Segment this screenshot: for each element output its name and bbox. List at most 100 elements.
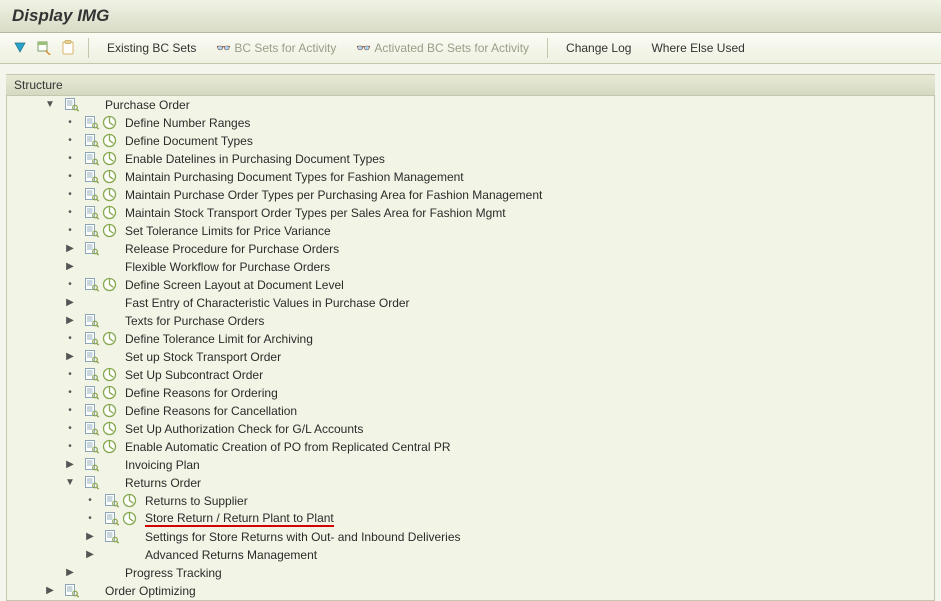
change-log-button[interactable]: Change Log [558, 38, 639, 58]
expand-icon[interactable]: ▶ [63, 459, 77, 470]
node-label[interactable]: Returns Order [125, 476, 201, 490]
tree-row[interactable]: • Define Reasons for Cancellation [7, 402, 934, 420]
tree-row[interactable]: • Define Tolerance Limit for Archiving [7, 330, 934, 348]
tree-row[interactable]: • Returns to Supplier [7, 492, 934, 510]
find-icon[interactable] [34, 38, 54, 58]
node-label[interactable]: Returns to Supplier [145, 494, 248, 508]
node-label[interactable]: Set Tolerance Limits for Price Variance [125, 224, 331, 238]
img-doc-icon[interactable] [103, 511, 119, 527]
node-label[interactable]: Set up Stock Transport Order [125, 350, 281, 364]
node-label[interactable]: Texts for Purchase Orders [125, 314, 264, 328]
img-doc-icon[interactable] [83, 439, 99, 455]
tree-row[interactable]: ▶ Order Optimizing [7, 582, 934, 600]
node-label[interactable]: Enable Datelines in Purchasing Document … [125, 152, 385, 166]
expand-icon[interactable]: ▶ [63, 567, 77, 578]
execute-activity-icon[interactable] [121, 511, 137, 527]
execute-activity-icon[interactable] [101, 385, 117, 401]
execute-activity-icon[interactable] [101, 421, 117, 437]
img-doc-icon[interactable] [83, 313, 99, 329]
expand-subtree-icon[interactable] [10, 38, 30, 58]
node-label[interactable]: Define Document Types [125, 134, 253, 148]
tree-row[interactable]: • Enable Automatic Creation of PO from R… [7, 438, 934, 456]
execute-activity-icon[interactable] [101, 115, 117, 131]
tree-row[interactable]: ▶ Fast Entry of Characteristic Values in … [7, 294, 934, 312]
tree-row[interactable]: ▶ Flexible Workflow for Purchase Orders [7, 258, 934, 276]
img-doc-icon[interactable] [63, 583, 79, 599]
execute-activity-icon[interactable] [101, 187, 117, 203]
tree-row[interactable]: • Define Document Types [7, 132, 934, 150]
node-label[interactable]: Maintain Purchase Order Types per Purcha… [125, 188, 542, 202]
tree-row[interactable]: • Define Screen Layout at Document Level [7, 276, 934, 294]
existing-bc-sets-button[interactable]: Existing BC Sets [99, 38, 204, 58]
img-doc-icon[interactable] [83, 187, 99, 203]
expand-icon[interactable]: ▶ [43, 585, 57, 596]
node-label[interactable]: Progress Tracking [125, 566, 222, 580]
img-doc-icon[interactable] [83, 277, 99, 293]
tree-row[interactable]: ▶ Settings for Store Returns with Out- a… [7, 528, 934, 546]
img-doc-icon[interactable] [83, 331, 99, 347]
expand-icon[interactable]: ▶ [83, 531, 97, 542]
execute-activity-icon[interactable] [101, 277, 117, 293]
img-doc-icon[interactable] [83, 241, 99, 257]
execute-activity-icon[interactable] [101, 205, 117, 221]
execute-activity-icon[interactable] [101, 151, 117, 167]
tree-row[interactable]: • Set Up Subcontract Order [7, 366, 934, 384]
node-label[interactable]: Define Reasons for Cancellation [125, 404, 297, 418]
execute-activity-icon[interactable] [101, 133, 117, 149]
tree-row[interactable]: • Maintain Purchasing Document Types for… [7, 168, 934, 186]
node-label[interactable]: Purchase Order [105, 98, 190, 112]
execute-activity-icon[interactable] [121, 493, 137, 509]
where-else-used-button[interactable]: Where Else Used [643, 38, 752, 58]
node-label[interactable]: Define Number Ranges [125, 116, 250, 130]
tree-row[interactable]: ▼ Purchase Order [7, 96, 934, 114]
tree-row[interactable]: ▶ Progress Tracking [7, 564, 934, 582]
collapse-icon[interactable]: ▼ [63, 477, 77, 488]
tree-row[interactable]: ▶Advanced Returns Management [7, 546, 934, 564]
tree-row[interactable]: ▼ Returns Order [7, 474, 934, 492]
expand-icon[interactable]: ▶ [63, 351, 77, 362]
execute-activity-icon[interactable] [101, 331, 117, 347]
node-label[interactable]: Order Optimizing [105, 584, 196, 598]
node-label[interactable]: Define Tolerance Limit for Archiving [125, 332, 313, 346]
node-label[interactable]: Define Screen Layout at Document Level [125, 278, 344, 292]
tree-row[interactable]: ▶ Texts for Purchase Orders [7, 312, 934, 330]
img-doc-icon[interactable] [83, 475, 99, 491]
clipboard-icon[interactable] [58, 38, 78, 58]
node-label[interactable]: Settings for Store Returns with Out- and… [145, 530, 461, 544]
expand-icon[interactable]: ▶ [63, 261, 77, 272]
tree-row[interactable]: ▶ Release Procedure for Purchase Orders [7, 240, 934, 258]
node-label[interactable]: Maintain Stock Transport Order Types per… [125, 206, 506, 220]
node-label[interactable]: Set Up Authorization Check for G/L Accou… [125, 422, 363, 436]
expand-icon[interactable]: ▶ [63, 315, 77, 326]
node-label[interactable]: Invoicing Plan [125, 458, 200, 472]
tree-row[interactable]: • Define Reasons for Ordering [7, 384, 934, 402]
img-doc-icon[interactable] [83, 133, 99, 149]
expand-icon[interactable]: ▶ [63, 243, 77, 254]
img-doc-icon[interactable] [83, 385, 99, 401]
img-doc-icon[interactable] [103, 529, 119, 545]
tree-row[interactable]: • Maintain Purchase Order Types per Purc… [7, 186, 934, 204]
execute-activity-icon[interactable] [101, 367, 117, 383]
node-label[interactable]: Define Reasons for Ordering [125, 386, 278, 400]
expand-icon[interactable]: ▶ [83, 549, 97, 560]
img-doc-icon[interactable] [83, 367, 99, 383]
execute-activity-icon[interactable] [101, 223, 117, 239]
img-doc-icon[interactable] [103, 493, 119, 509]
collapse-icon[interactable]: ▼ [43, 99, 57, 110]
node-label[interactable]: Flexible Workflow for Purchase Orders [125, 260, 330, 274]
tree-row[interactable]: • Set Tolerance Limits for Price Varianc… [7, 222, 934, 240]
img-doc-icon[interactable] [83, 205, 99, 221]
node-label[interactable]: Fast Entry of Characteristic Values in P… [125, 296, 410, 310]
expand-icon[interactable]: ▶ [63, 297, 77, 308]
tree-row[interactable]: • Store Return / Return Plant to Plant [7, 510, 934, 528]
node-label[interactable]: Set Up Subcontract Order [125, 368, 263, 382]
tree-row[interactable]: ▶ Invoicing Plan [7, 456, 934, 474]
tree-row[interactable]: ▶ Set up Stock Transport Order [7, 348, 934, 366]
img-doc-icon[interactable] [83, 151, 99, 167]
img-doc-icon[interactable] [83, 223, 99, 239]
img-doc-icon[interactable] [83, 421, 99, 437]
execute-activity-icon[interactable] [101, 403, 117, 419]
node-label[interactable]: Maintain Purchasing Document Types for F… [125, 170, 464, 184]
execute-activity-icon[interactable] [101, 169, 117, 185]
img-doc-icon[interactable] [63, 97, 79, 113]
